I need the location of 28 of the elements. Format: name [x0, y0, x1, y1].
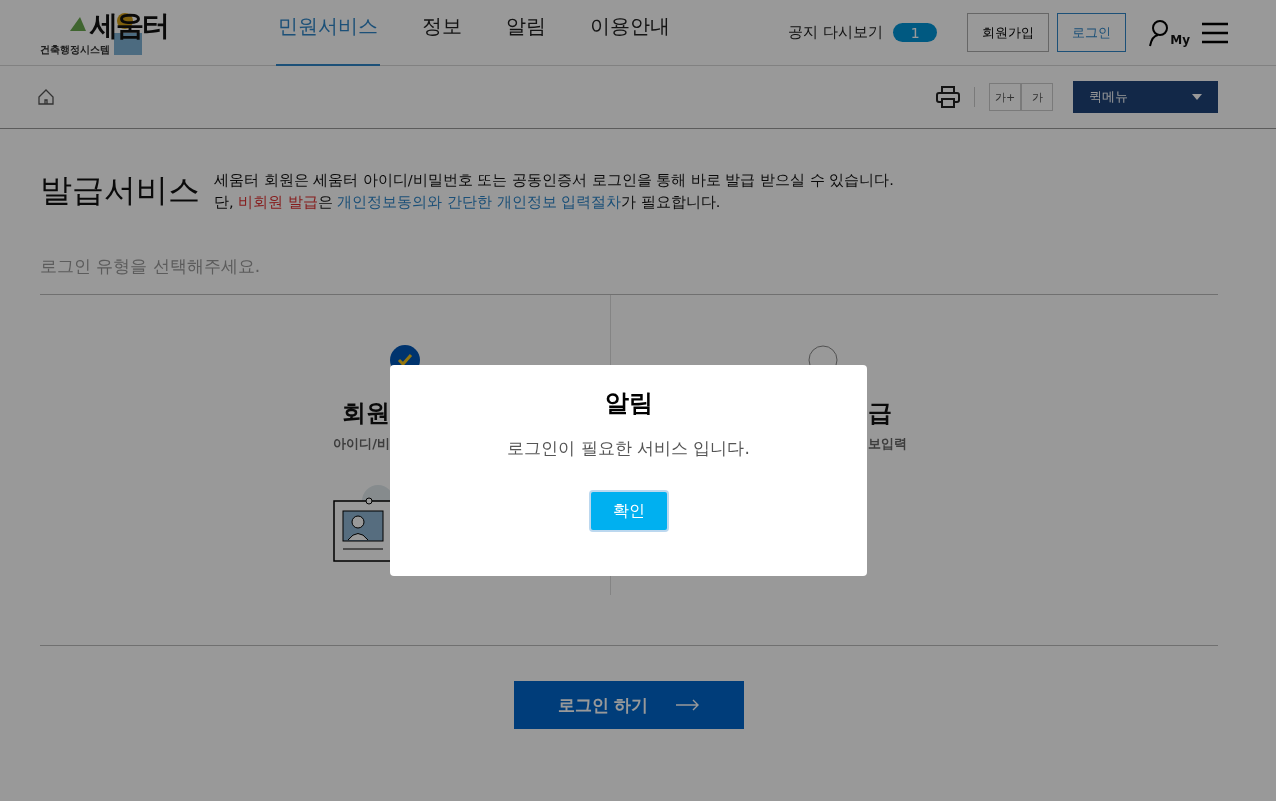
notice-replay-link[interactable]: 공지 다시보기 [788, 23, 884, 42]
logo-subtitle: 건축행정시스템 [40, 42, 110, 56]
nav-tab[interactable]: 정보 [420, 0, 464, 66]
nav-tab[interactable]: 이용안내 [588, 0, 672, 66]
login-submit-button[interactable]: 로그인 하기 [514, 681, 744, 729]
print-icon[interactable] [936, 86, 960, 108]
signup-button[interactable]: 회원가입 [967, 13, 1050, 52]
dialog-title: 알림 [604, 388, 653, 419]
caret-icon [1192, 94, 1202, 100]
card-subtitle: 보입력 [868, 435, 907, 453]
description-text: 단, 비회원 발급은 개인정보동의와 간단한 개인정보 입력절차가 필요합니다. [214, 193, 722, 212]
prompt-text: 로그인 유형을 선택해주세요. [40, 255, 1218, 295]
card-title: 급 [868, 398, 892, 429]
notice-count-badge: 1 [893, 23, 938, 42]
description-text: 세움터 회원은 세움터 아이디/비밀번호 또는 공동인증서 로그인을 통해 바로 발급 받으실 수 있습니다. [214, 171, 894, 190]
font-enlarge-button[interactable]: 가+ [989, 83, 1021, 111]
logo-text[interactable]: 세움터 [90, 8, 168, 43]
arrow-right-icon [676, 699, 701, 711]
my-page-button[interactable]: My [1148, 18, 1190, 47]
nav-tab[interactable]: 알림 [504, 0, 548, 66]
card-title: 회원 [342, 398, 390, 429]
card-subtitle: 아이디/비 [333, 435, 390, 453]
quick-menu-dropdown[interactable]: 퀵메뉴 [1073, 81, 1218, 113]
font-reset-button[interactable]: 가 [1021, 83, 1053, 111]
menu-icon[interactable] [1202, 21, 1228, 44]
page-title: 발급서비스 [40, 170, 200, 211]
dialog-message: 로그인이 필요한 서비스 입니다. [507, 437, 750, 460]
home-icon[interactable] [38, 89, 54, 105]
